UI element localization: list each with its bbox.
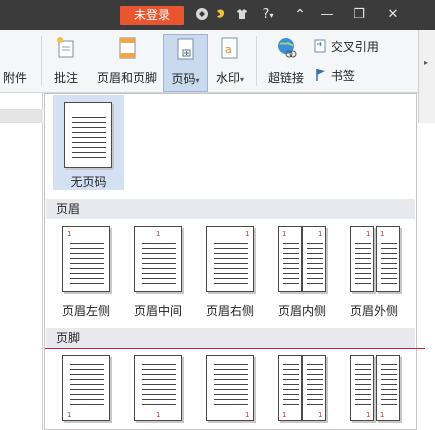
header-outside-label: 页眉外侧 (349, 304, 398, 318)
page-number-mark: 1 (156, 230, 161, 238)
page-number-mark: 1 (366, 411, 371, 419)
footer-right-option[interactable]: 1 (194, 350, 266, 430)
footer-left-option[interactable]: 1 (50, 350, 122, 430)
page-number-mark: 1 (67, 230, 72, 238)
page-thumbnail: 1 (206, 355, 254, 421)
svg-text:a: a (225, 43, 232, 56)
page-thumbnail: 1 (278, 226, 302, 292)
page-thumbnail: 1 (350, 355, 374, 421)
page-number-mark: 1 (245, 230, 250, 238)
comment-label: 批注 (53, 71, 78, 85)
page-number-mark: 1 (67, 411, 72, 419)
hyperlink-button[interactable]: 超链接 (264, 34, 308, 90)
divider (41, 36, 42, 86)
page-number-mark: 1 (380, 230, 385, 238)
watermark-button[interactable]: a 水印▾ (210, 34, 250, 90)
page-thumbnail: 1 (134, 226, 182, 292)
minimize-icon[interactable]: — (318, 7, 336, 23)
globe-link-icon (275, 36, 297, 60)
no-page-number-label: 无页码 (70, 175, 107, 189)
page-thumbnail: 1 (62, 355, 110, 421)
page-thumbnail: 1 (376, 226, 400, 292)
bookmark-icon (315, 68, 327, 85)
header-section-title: 页眉 (46, 199, 415, 219)
page-thumbnail: 1 (206, 226, 254, 292)
header-center-option[interactable]: 1 页眉中间 (122, 221, 194, 321)
login-button[interactable]: 未登录 (120, 6, 184, 25)
attachment-label: 附件 (3, 71, 28, 85)
skin-icon[interactable] (214, 7, 228, 23)
footer-inside-option[interactable]: 1 1 (266, 350, 338, 430)
footer-section-title: 页脚 (46, 328, 415, 348)
watermark-icon: a (219, 36, 241, 60)
bookmark-button[interactable]: 书签 (315, 67, 355, 85)
attachment-button[interactable]: 附件 (0, 34, 36, 90)
cross-reference-button[interactable]: 交叉引用 (313, 38, 379, 56)
chevron-down-icon: ▾ (195, 76, 200, 85)
page-number-mark: 1 (318, 230, 323, 238)
header-center-label: 页眉中间 (133, 304, 182, 318)
ruler-band (0, 109, 43, 123)
page-number-mark: 1 (156, 411, 161, 419)
chevron-down-icon: ▾ (240, 75, 245, 84)
page-thumbnail: 1 (134, 355, 182, 421)
header-right-label: 页眉右侧 (205, 304, 254, 318)
shirt-icon[interactable] (235, 7, 249, 23)
help-icon[interactable]: ?▾ (257, 7, 279, 23)
header-inside-label: 页眉内侧 (277, 304, 326, 318)
close-icon[interactable]: ✕ (385, 7, 401, 23)
no-page-number-option[interactable]: 无页码 (53, 95, 124, 190)
annotation-underline (45, 348, 425, 349)
comment-icon (55, 36, 77, 60)
title-bar: 未登录 ?▾ ⌃ — ❐ ✕ (0, 0, 435, 30)
ribbon-toolbar: 附件 批注 页眉和页脚 页码▾ a 水印▾ 超链接 交叉引用 书签 (0, 30, 418, 93)
page-number-mark: 1 (245, 411, 250, 419)
page-thumbnail: 1 (302, 226, 326, 292)
page-number-mark: 1 (366, 230, 371, 238)
header-inside-option[interactable]: 1 1 页眉内侧 (266, 221, 338, 321)
watermark-text: 水印 (215, 71, 240, 85)
hyperlink-label: 超链接 (267, 71, 304, 85)
page-number-mark: 1 (282, 230, 287, 238)
page-thumbnail: 1 (278, 355, 302, 421)
header-left-option[interactable]: 1 页眉左侧 (50, 221, 122, 321)
header-footer-button[interactable]: 页眉和页脚 (94, 34, 160, 90)
watermark-label: 水印▾ (210, 69, 250, 86)
header-footer-label: 页眉和页脚 (96, 71, 157, 85)
page-thumbnail (64, 102, 112, 168)
page-number-button[interactable]: 页码▾ (163, 34, 208, 92)
cross-reference-label: 交叉引用 (330, 40, 379, 54)
page-number-label: 页码▾ (164, 70, 207, 87)
collapse-icon[interactable]: ⌃ (292, 7, 308, 23)
footer-outside-option[interactable]: 1 1 (338, 350, 416, 430)
page-number-mark: 1 (380, 411, 385, 419)
page-number-icon (175, 37, 197, 61)
page-thumbnail: 1 (350, 226, 374, 292)
page-number-text: 页码 (171, 72, 196, 86)
divider (256, 36, 257, 86)
page-thumbnail: 1 (62, 226, 110, 292)
ribbon-scroll-right[interactable]: ▸ (418, 30, 435, 123)
page-thumbnail: 1 (302, 355, 326, 421)
document-area (0, 93, 43, 430)
header-outside-option[interactable]: 1 1 页眉外侧 (338, 221, 416, 321)
page-number-dropdown: 无页码 页眉 1 页眉左侧 1 页眉中间 1 页眉右侧 1 1 页眉内侧 1 1… (44, 93, 417, 430)
header-right-option[interactable]: 1 页眉右侧 (194, 221, 266, 321)
header-left-label: 页眉左侧 (61, 304, 110, 318)
shield-icon[interactable] (195, 7, 209, 23)
page-number-mark: 1 (282, 411, 287, 419)
chevron-down-icon: ▾ (269, 11, 274, 20)
page-thumbnail: 1 (376, 355, 400, 421)
comment-button[interactable]: 批注 (49, 34, 83, 90)
footer-center-option[interactable]: 1 (122, 350, 194, 430)
page-number-mark: 1 (318, 411, 323, 419)
header-footer-icon (116, 36, 138, 60)
bookmark-label: 书签 (330, 69, 355, 83)
chevron-right-icon: ▸ (424, 58, 429, 67)
restore-icon[interactable]: ❐ (351, 7, 367, 23)
cross-reference-icon (313, 39, 327, 56)
